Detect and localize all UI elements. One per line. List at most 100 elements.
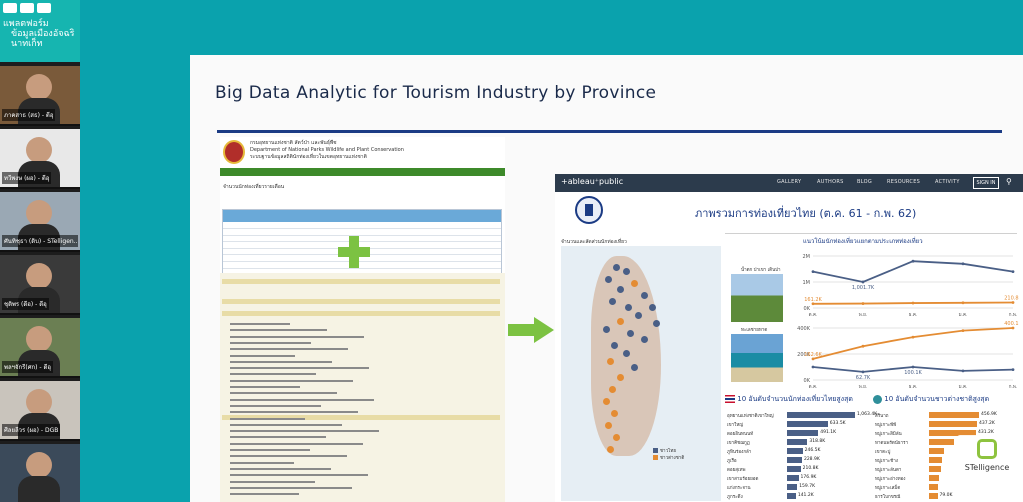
doc-text-line <box>230 392 337 395</box>
search-icon[interactable]: ⚲ <box>1006 177 1012 186</box>
province-dot[interactable] <box>611 410 618 417</box>
data-point[interactable] <box>961 301 965 305</box>
province-dot[interactable] <box>617 318 624 325</box>
table-header <box>223 210 501 222</box>
data-point[interactable] <box>961 262 965 266</box>
participant-name: ศันทิชุธา (ดิบ) - STelligen... <box>2 235 78 247</box>
list-bar[interactable] <box>787 412 855 418</box>
list-bar[interactable] <box>787 457 802 463</box>
province-dot[interactable] <box>607 446 614 453</box>
participant-tile[interactable] <box>0 444 80 502</box>
doc-text-line <box>230 360 332 363</box>
participant-tile[interactable]: ทวีพงษ (ผอ) - ดีอุ <box>0 129 80 189</box>
province-dot[interactable] <box>623 350 630 357</box>
nav-blog[interactable]: BLOG <box>857 179 872 185</box>
province-dot[interactable] <box>649 304 656 311</box>
province-dot[interactable] <box>641 336 648 343</box>
nav-resources[interactable]: RESOURCES <box>887 179 920 185</box>
doc-text-line <box>230 373 316 376</box>
data-point[interactable] <box>861 370 865 374</box>
data-point[interactable] <box>811 357 815 361</box>
x-tick-label: ธ.ค. <box>909 312 918 318</box>
participant-body <box>18 476 60 502</box>
list-label: อุทยานแห่งชาติเขาใหญ่ <box>727 414 774 419</box>
data-point[interactable] <box>1011 270 1015 273</box>
data-point[interactable] <box>911 365 915 369</box>
data-point[interactable] <box>861 302 865 305</box>
province-dot[interactable] <box>627 330 634 337</box>
list-bar[interactable] <box>787 439 808 445</box>
list-bar[interactable] <box>787 493 796 499</box>
data-point[interactable] <box>861 344 865 348</box>
province-map[interactable]: ชาวไทย ชาวต่างชาติ <box>561 246 721 501</box>
data-point[interactable] <box>1011 368 1015 371</box>
data-point[interactable] <box>961 369 965 373</box>
participant-tile[interactable]: ชุติพร (ดีอ) - ดีอุ <box>0 255 80 315</box>
province-dot[interactable] <box>617 374 624 381</box>
data-point[interactable] <box>1011 301 1015 304</box>
participant-tile[interactable]: ภาคสาธ (สธ) - ดีอุ <box>0 66 80 126</box>
series-line-0[interactable] <box>812 260 1014 283</box>
nav-gallery[interactable]: GALLERY <box>777 179 801 185</box>
list-value: 210.8K <box>802 466 819 471</box>
province-dot[interactable] <box>607 358 614 365</box>
data-point[interactable] <box>811 365 815 369</box>
participant-tile[interactable]: ศีลยลีวร (ผอ) - DGB <box>0 381 80 441</box>
province-dot[interactable] <box>623 268 630 275</box>
tableau-logo[interactable]: +ableau⁺public <box>561 177 623 186</box>
province-dot[interactable] <box>641 292 648 299</box>
nav-authors[interactable]: AUTHORS <box>817 179 844 185</box>
list-bar[interactable] <box>787 466 801 472</box>
province-dot[interactable] <box>605 276 612 283</box>
sign-in-button[interactable]: SIGN IN <box>973 177 999 189</box>
list-bar[interactable] <box>787 475 799 481</box>
list-bar[interactable] <box>929 466 941 472</box>
province-dot[interactable] <box>625 304 632 311</box>
participant-tile[interactable]: พลฯจักรี(ศก) - ดีอุ <box>0 318 80 378</box>
province-dot[interactable] <box>631 280 638 287</box>
list-bar[interactable] <box>929 448 944 454</box>
list-bar[interactable] <box>787 430 819 436</box>
list-bar[interactable] <box>787 448 803 454</box>
trend-line-charts[interactable]: 0K 1M 2M ต.ค. พ.ย. ธ.ค. ม.ค. ก.พ. 1,001.7K 161.2K… <box>787 250 1019 390</box>
participant-face <box>26 137 52 163</box>
data-point[interactable] <box>911 335 915 339</box>
data-point[interactable] <box>811 302 815 306</box>
province-dot[interactable] <box>609 298 616 305</box>
list-bar[interactable] <box>929 493 938 499</box>
data-point[interactable] <box>861 280 865 284</box>
list-bar[interactable] <box>929 457 942 463</box>
province-dot[interactable] <box>635 312 642 319</box>
doc-text-line <box>230 486 352 489</box>
strip-title: นาทเก็ท <box>11 39 43 49</box>
data-point[interactable] <box>961 329 965 332</box>
list-bar[interactable] <box>787 421 828 427</box>
province-dot[interactable] <box>603 398 610 405</box>
data-point[interactable] <box>911 259 915 263</box>
agency-seal-icon <box>223 140 245 164</box>
doc-text-line <box>230 335 364 338</box>
province-dot[interactable] <box>611 342 618 349</box>
list-bar[interactable] <box>929 421 977 427</box>
list-bar[interactable] <box>929 484 938 490</box>
province-dot[interactable] <box>609 386 616 393</box>
list-bar[interactable] <box>929 439 954 445</box>
list-label: หาดนพรัตน์ธารา <box>875 441 909 446</box>
province-dot[interactable] <box>603 326 610 333</box>
doc-text-line <box>230 367 369 370</box>
data-point[interactable] <box>1011 326 1015 330</box>
data-point[interactable] <box>811 270 815 273</box>
data-point[interactable] <box>911 301 915 305</box>
list-bar[interactable] <box>787 484 798 490</box>
province-dot[interactable] <box>613 434 620 441</box>
legend-thai: ชาวไทย <box>660 449 676 454</box>
participant-tile[interactable]: ศันทิชุธา (ดิบ) - STelligen... <box>0 192 80 252</box>
province-dot[interactable] <box>617 286 624 293</box>
province-dot[interactable] <box>631 364 638 371</box>
province-dot[interactable] <box>605 422 612 429</box>
province-dot[interactable] <box>613 264 620 271</box>
nav-activity[interactable]: ACTIVITY <box>935 179 960 185</box>
list-bar[interactable] <box>929 475 939 481</box>
province-dot[interactable] <box>653 320 660 327</box>
list-bar[interactable] <box>929 412 979 418</box>
